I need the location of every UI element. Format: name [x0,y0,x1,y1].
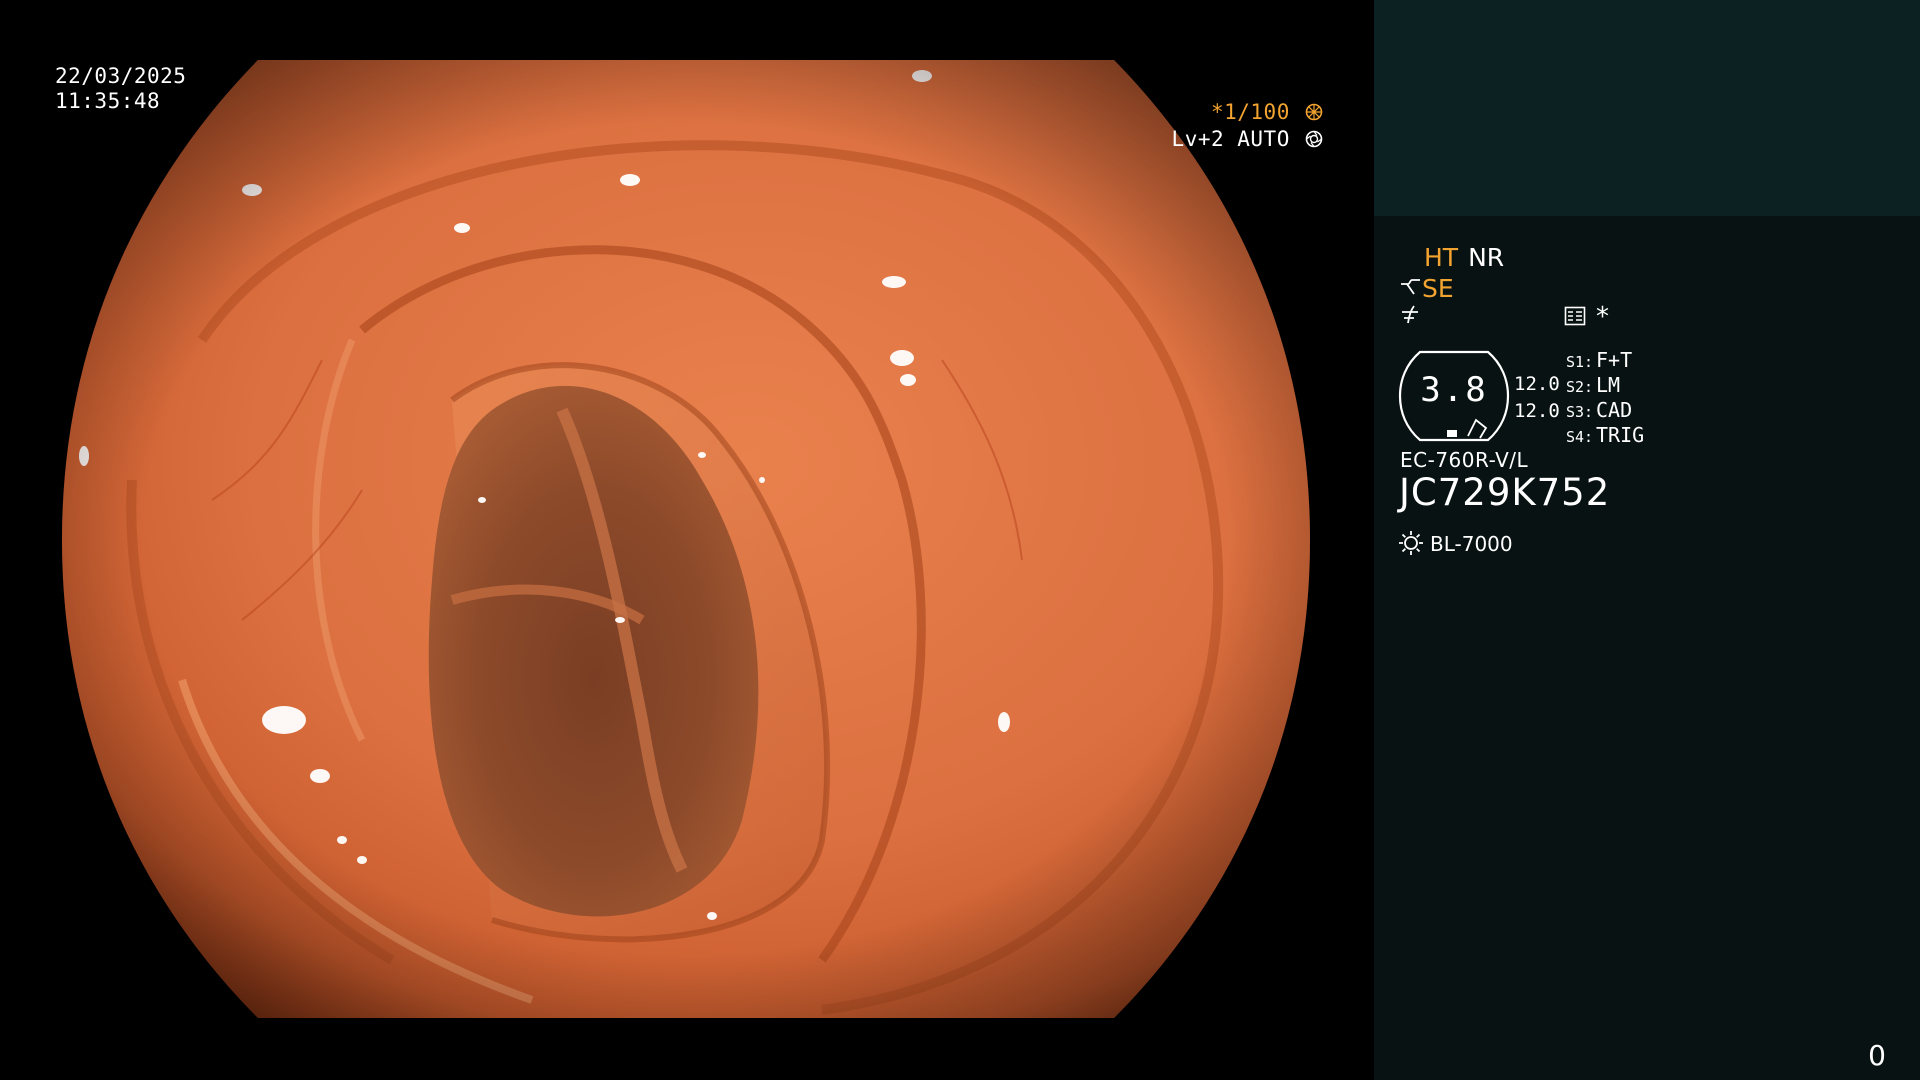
color-tone-row [1400,303,1422,331]
zoom-value: 3.8 [1420,370,1488,410]
se-label: SE [1422,274,1454,303]
switch-value: F+T [1596,348,1633,372]
scope-serial-number: JC729K752 [1399,471,1611,514]
switch-key: S4: [1566,428,1594,446]
enhance-row: SE [1400,274,1454,303]
shutter-readout: *1/100 [1211,100,1323,125]
frame-counter: 0 [1868,1039,1886,1072]
switch-row-s3: S3: CAD [1566,398,1644,423]
iris-icon [1305,130,1323,148]
scope-switch-list: S1: F+T S2: LM S3: CAD S4: TRIG [1566,348,1644,448]
scope-model: EC-760R-V/L [1400,448,1529,472]
switch-key: S3: [1566,403,1594,421]
switch-row-s2: S2: LM [1566,373,1644,398]
shutter-text: *1/100 [1210,100,1290,124]
endoscope-video-area: 22/03/2025 11:35:48 *1/100 Lv+2 AUTO [0,0,1373,1080]
zoom-secondary-values: 12.0 12.0 [1514,371,1560,425]
nr-label: NR [1468,243,1505,272]
memo-icon-wrap [1564,306,1586,330]
switch-row-s1: S1: F+T [1566,348,1644,373]
zoom-indicator: 3.8 [1398,350,1510,442]
level-text: Lv+2 AUTO [1171,127,1290,151]
switch-value: CAD [1596,398,1633,422]
light-source-label: BL-7000 [1430,532,1513,556]
zoom-line-2: 12.0 [1514,400,1560,422]
date-time-readout: 22/03/2025 11:35:48 [55,64,186,114]
panel-top-area [1374,0,1920,216]
time-text: 11:35:48 [55,89,161,113]
switch-key: S2: [1566,378,1594,396]
switch-row-s4: S4: TRIG [1566,423,1644,448]
ht-label: HT [1424,243,1459,272]
enhance-curve-icon [1401,279,1420,295]
shutter-dial-icon [1305,103,1323,121]
switch-value: TRIG [1596,423,1645,447]
light-source-icon [1399,531,1423,555]
processing-modes-row: HT NR [1424,243,1504,272]
star-marker: * [1596,302,1609,332]
endoscopy-monitor: 22/03/2025 11:35:48 *1/100 Lv+2 AUTO HT N… [0,0,1920,1080]
light-level-readout: Lv+2 AUTO [1172,127,1323,152]
zoom-line-1: 12.0 [1514,373,1560,395]
info-panel: HT NR SE * 3.8 12.0 12.0 S1: F+T S2: LM … [1374,216,1920,1080]
switch-value: LM [1596,373,1621,397]
date-text: 22/03/2025 [55,64,187,88]
color-tone-icon [1402,305,1418,324]
light-source-row: BL-7000 [1398,530,1513,556]
switch-key: S1: [1566,353,1594,371]
endoscopic-image [62,60,1310,1018]
memo-icon [1564,306,1586,326]
